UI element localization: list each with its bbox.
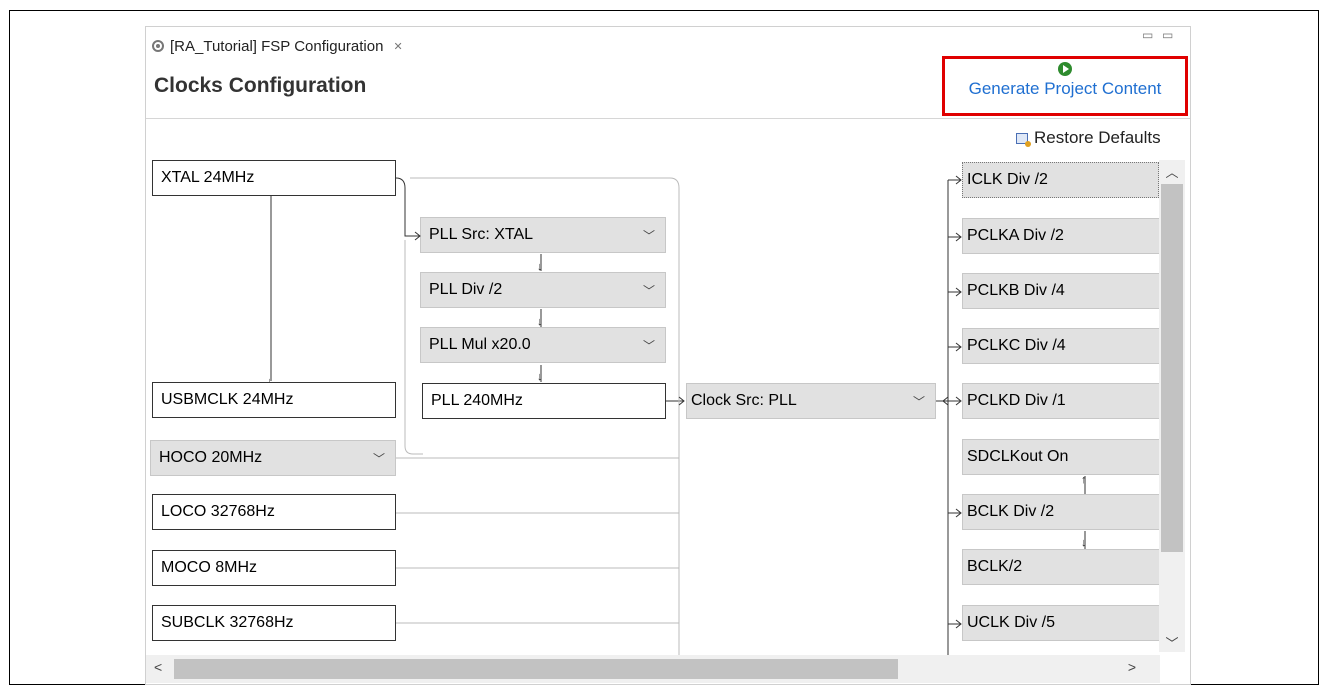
scroll-up-icon[interactable]: ︿ [1159, 162, 1185, 181]
scroll-left-icon[interactable]: < [154, 659, 162, 675]
scroll-right-icon[interactable]: > [1128, 659, 1136, 675]
vertical-scroll-thumb[interactable] [1161, 184, 1183, 552]
horizontal-scroll-thumb[interactable] [174, 659, 898, 679]
scroll-down-icon[interactable]: ﹀ [1159, 633, 1185, 652]
output-arrowheads [414, 175, 962, 629]
vertical-scrollbar[interactable]: ︿ ﹀ [1159, 160, 1185, 652]
horizontal-scrollbar[interactable]: < > [146, 655, 1160, 683]
